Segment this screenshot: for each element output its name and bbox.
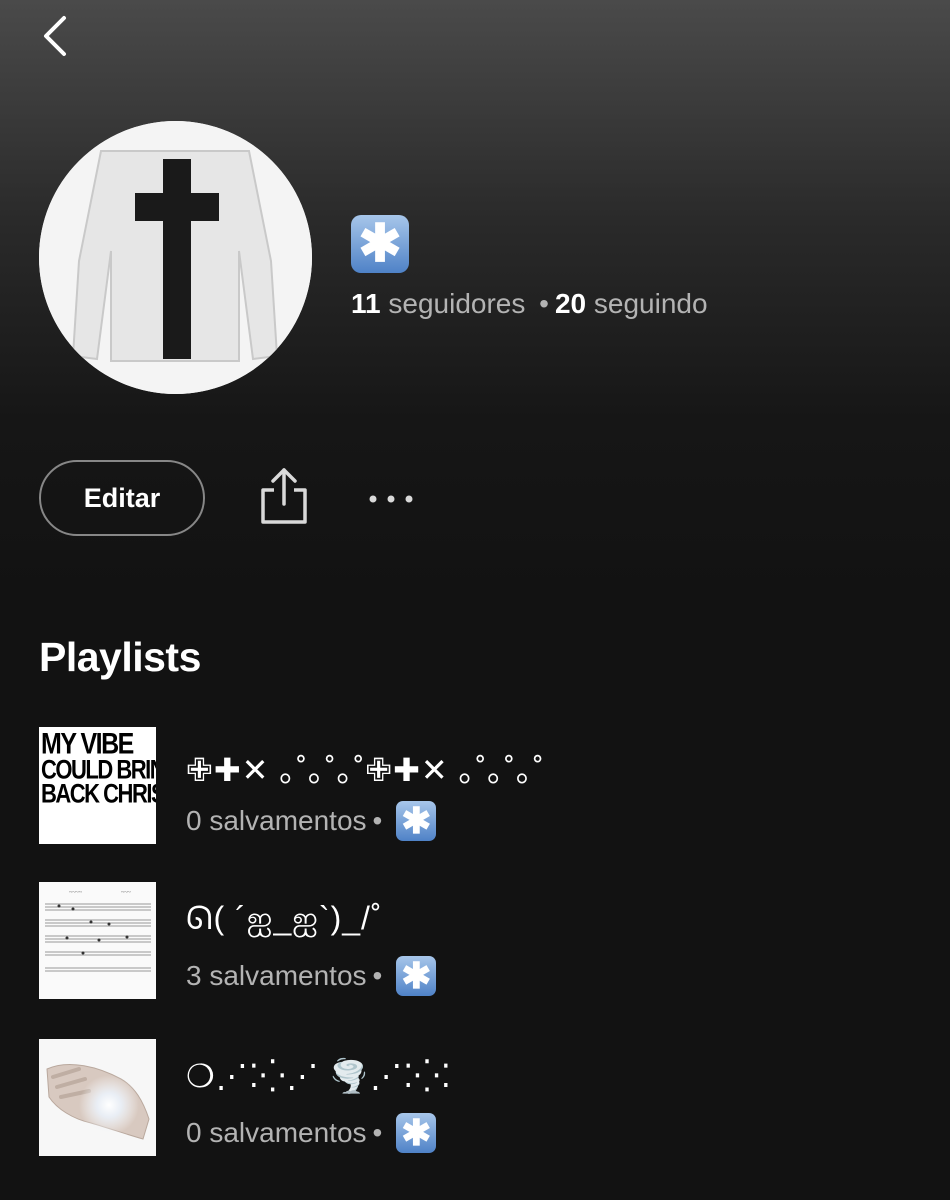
- following-count[interactable]: 20: [555, 288, 586, 319]
- playlist-cover: [39, 1039, 156, 1156]
- playlist-item[interactable]: MY VIBE COULD BRING BACK CHRIST ✙✚✕ ｡˚｡˚…: [39, 727, 919, 845]
- asterisk-badge-icon: ✱: [396, 956, 437, 996]
- stats-separator: •: [539, 288, 549, 319]
- share-icon: [261, 468, 307, 524]
- meta-separator: •: [372, 960, 383, 991]
- followers-count[interactable]: 11: [351, 288, 381, 319]
- playlist-meta: 3 salvamentos • ✱: [186, 956, 437, 996]
- edit-profile-button[interactable]: Editar: [39, 460, 205, 536]
- playlists-heading: Playlists: [39, 634, 201, 680]
- playlist-meta: 0 salvamentos • ✱: [186, 801, 437, 841]
- back-button[interactable]: [38, 14, 78, 58]
- playlist-meta: 0 salvamentos • ✱: [186, 1113, 437, 1153]
- more-horizontal-icon: [369, 495, 413, 503]
- playlist-title: ᘏ( ´ஐ_ஐ`)_/˚: [186, 900, 383, 936]
- svg-text:~~~: ~~~: [121, 890, 131, 896]
- playlist-saves: 0 salvamentos: [186, 1117, 367, 1148]
- asterisk-badge-icon: ✱: [396, 1113, 437, 1153]
- profile-avatar: [39, 121, 312, 394]
- chevron-left-icon: [44, 16, 66, 56]
- asterisk-badge-icon: ✱: [396, 801, 437, 841]
- playlist-item[interactable]: ❍⋰⁚⁛⋰ 🌪️⋰⁚⁛⁚ 0 salvamentos • ✱: [39, 1039, 919, 1157]
- playlist-saves: 3 salvamentos: [186, 960, 367, 991]
- more-options-button[interactable]: [366, 484, 416, 514]
- asterisk-badge-icon: ✱: [351, 215, 409, 273]
- share-button[interactable]: [258, 466, 310, 526]
- profile-name: ✱: [351, 215, 409, 273]
- playlist-title: ❍⋰⁚⁛⋰ 🌪️⋰⁚⁛⁚: [186, 1058, 452, 1094]
- svg-text:~~~~: ~~~~: [69, 890, 83, 896]
- followers-label[interactable]: seguidores: [388, 288, 525, 319]
- meta-separator: •: [372, 1117, 383, 1148]
- meta-separator: •: [372, 805, 383, 836]
- playlist-saves: 0 salvamentos: [186, 805, 367, 836]
- playlist-title: ✙✚✕ ｡˚｡˚｡˚✙✚✕ ｡˚｡˚｡˚: [186, 752, 545, 788]
- playlist-item[interactable]: ~~~~ ~~~ ᘏ( ´ஐ_ஐ`)_/˚ 3 salvamentos • ✱: [39, 882, 919, 1000]
- following-label[interactable]: seguindo: [594, 288, 708, 319]
- playlist-cover: MY VIBE COULD BRING BACK CHRIST: [39, 727, 156, 844]
- cover-line: BACK CHRIST: [41, 778, 156, 809]
- profile-stats: 11 seguidores • 20 seguindo: [351, 288, 708, 320]
- playlist-cover: ~~~~ ~~~: [39, 882, 156, 999]
